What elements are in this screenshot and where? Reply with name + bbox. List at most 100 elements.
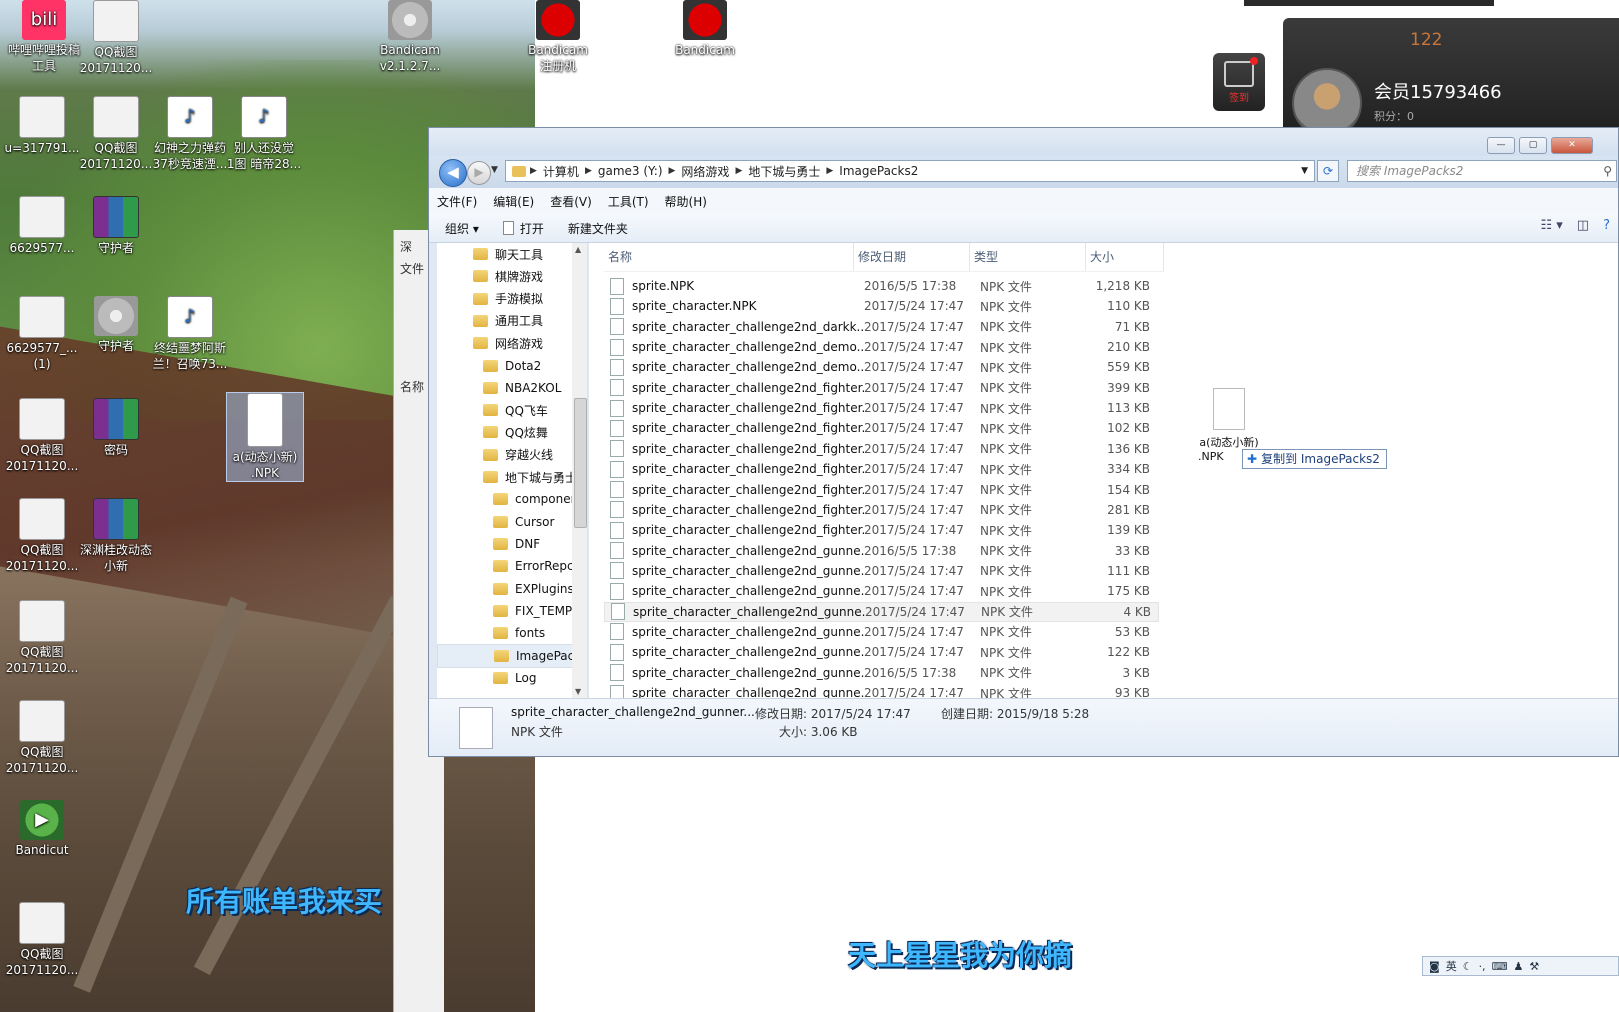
table-row[interactable]: sprite_character.NPK 2017/5/24 17:47 NPK 文…: [604, 296, 1159, 316]
menu-tools[interactable]: 工具(T): [600, 193, 657, 210]
desktop-icon[interactable]: QQ截图 20171120...: [78, 0, 154, 76]
desktop-icon[interactable]: QQ截图 20171120...: [4, 498, 80, 574]
qq-username[interactable]: 会员15793466: [1374, 78, 1502, 104]
table-row[interactable]: sprite_character_challenge2nd_fighter...…: [604, 398, 1159, 418]
table-row[interactable]: sprite_character_challenge2nd_gunne... 20…: [604, 663, 1159, 683]
tree-item[interactable]: 通用工具: [473, 310, 543, 332]
address-bar[interactable]: ▶ 计算机 ▶ game3 (Y:) ▶ 网络游戏 ▶ 地下城与勇士 ▶ ImagePacks2…: [505, 160, 1315, 182]
qq-sign-button[interactable]: 签到: [1213, 53, 1265, 111]
table-row[interactable]: sprite_character_challenge2nd_fighter...…: [604, 459, 1159, 479]
view-options-icon[interactable]: ☷ ▾: [1540, 218, 1562, 233]
column-name[interactable]: 名称: [604, 243, 854, 271]
ime-toolbar[interactable]: ◙ 英 ☾ ·, ⌨ ♟ ⚒: [1422, 956, 1619, 976]
column-size[interactable]: 大小: [1086, 243, 1164, 271]
maximize-button[interactable]: ▢: [1519, 137, 1547, 154]
column-type[interactable]: 类型: [970, 243, 1086, 271]
breadcrumb-item[interactable]: 计算机: [537, 163, 585, 180]
desktop-icon[interactable]: 守护者: [78, 296, 154, 354]
back-window-col-header[interactable]: 名称: [400, 378, 424, 395]
desktop-icon[interactable]: ▶ Bandicut: [4, 800, 80, 858]
scroll-down-icon[interactable]: ▼: [575, 687, 581, 696]
table-row[interactable]: sprite_character_challenge2nd_gunne... 20…: [604, 601, 1159, 622]
chevron-right-icon[interactable]: ▶: [530, 166, 537, 176]
chevron-right-icon[interactable]: ▶: [735, 166, 742, 176]
desktop-icon[interactable]: u=317791...: [4, 96, 80, 156]
desktop-icon[interactable]: 深渊桂改动态 小新: [78, 498, 154, 574]
tree-item[interactable]: QQ飞车: [483, 399, 548, 421]
tree-item[interactable]: 聊天工具: [473, 243, 543, 265]
ime-settings-icon[interactable]: ⚒: [1529, 960, 1539, 973]
title-bar[interactable]: — ▢ ✕: [429, 128, 1618, 156]
ime-punct-icon[interactable]: ·,: [1479, 960, 1486, 973]
tree-item[interactable]: 网络游戏: [473, 332, 543, 354]
tree-item[interactable]: ErrorRepc: [493, 555, 574, 577]
desktop-icon[interactable]: 6629577...: [4, 196, 80, 256]
breadcrumb-item[interactable]: game3 (Y:): [592, 164, 669, 178]
table-row[interactable]: sprite.NPK 2016/5/5 17:38 NPK 文件 1,218 KB: [604, 276, 1159, 296]
address-dropdown-icon[interactable]: ▼: [1301, 166, 1308, 176]
table-row[interactable]: sprite_character_challenge2nd_fighter...…: [604, 480, 1159, 500]
table-row[interactable]: sprite_character_challenge2nd_fighter...…: [604, 418, 1159, 438]
preview-pane-icon[interactable]: ◫: [1577, 218, 1589, 233]
desktop-icon[interactable]: QQ截图 20171120...: [4, 398, 80, 474]
chevron-right-icon[interactable]: ▶: [585, 166, 592, 176]
table-row[interactable]: sprite_character_challenge2nd_demo... 201…: [604, 357, 1159, 377]
tree-item[interactable]: Dota2: [483, 355, 541, 377]
table-row[interactable]: sprite_character_challenge2nd_gunne... 20…: [604, 683, 1159, 698]
desktop-icon[interactable]: Bandicam: [667, 0, 743, 58]
table-row[interactable]: sprite_character_challenge2nd_fighter...…: [604, 500, 1159, 520]
search-input[interactable]: 搜索 ImagePacks2 ⚲: [1347, 160, 1617, 182]
desktop-icon[interactable]: QQ截图 20171120...: [4, 600, 80, 676]
tree-item[interactable]: FIX_TEMP_: [493, 600, 578, 622]
back-button[interactable]: ◀: [439, 159, 467, 187]
chevron-right-icon[interactable]: ▶: [826, 166, 833, 176]
tree-item[interactable]: 手游模拟: [473, 288, 543, 310]
search-icon[interactable]: ⚲: [1603, 161, 1612, 181]
table-row[interactable]: sprite_character_challenge2nd_fighter...…: [604, 439, 1159, 459]
table-row[interactable]: sprite_character_challenge2nd_gunne... 20…: [604, 622, 1159, 642]
desktop-icon[interactable]: 守护者: [78, 196, 154, 256]
tree-item[interactable]: componen: [493, 488, 578, 510]
column-modified[interactable]: 修改日期: [854, 243, 970, 271]
tree-item[interactable]: NBA2KOL: [483, 377, 561, 399]
back-window-menu[interactable]: 文件: [400, 260, 424, 277]
ime-user-icon[interactable]: ♟: [1513, 960, 1523, 973]
ime-logo-icon[interactable]: ◙: [1429, 960, 1440, 973]
table-row[interactable]: sprite_character_challenge2nd_darkk... 20…: [604, 317, 1159, 337]
open-button[interactable]: 打开: [491, 220, 556, 237]
tree-item[interactable]: ImagePacl: [437, 644, 587, 669]
recent-pages-dropdown[interactable]: ▼: [491, 165, 498, 175]
table-row[interactable]: sprite_character_challenge2nd_fighter...…: [604, 378, 1159, 398]
menu-view[interactable]: 查看(V): [542, 193, 600, 210]
desktop-icon[interactable]: 密码: [78, 398, 154, 458]
tree-item[interactable]: QQ炫舞: [483, 421, 548, 443]
desktop-icon[interactable]: a(动态小新) .NPK: [226, 392, 304, 482]
tree-item[interactable]: DNF: [493, 533, 540, 555]
ime-moon-icon[interactable]: ☾: [1463, 960, 1473, 973]
scroll-up-icon[interactable]: ▲: [575, 245, 581, 254]
close-button[interactable]: ✕: [1551, 137, 1593, 154]
tree-item[interactable]: 棋牌游戏: [473, 265, 543, 287]
organize-button[interactable]: 组织 ▾: [429, 220, 491, 237]
tree-item[interactable]: 地下城与勇士: [483, 466, 577, 488]
help-icon[interactable]: ?: [1603, 218, 1610, 233]
desktop-icon[interactable]: bili 哔哩哔哩投稿 工具: [6, 0, 82, 74]
tree-item[interactable]: fonts: [493, 622, 545, 644]
desktop-icon[interactable]: 6629577_... (1): [4, 296, 80, 372]
forward-button[interactable]: ▶: [467, 161, 491, 185]
table-row[interactable]: sprite_character_challenge2nd_gunne... 20…: [604, 581, 1159, 601]
tree-item[interactable]: Log: [493, 667, 536, 689]
desktop-icon[interactable]: ♪ 别人还没觉 1图 暗帝28...: [226, 96, 302, 172]
table-row[interactable]: sprite_character_challenge2nd_demo... 201…: [604, 337, 1159, 357]
table-row[interactable]: sprite_character_challenge2nd_gunne... 20…: [604, 642, 1159, 662]
refresh-button[interactable]: ⟳: [1317, 160, 1339, 182]
nav-scrollbar[interactable]: ▲ ▼: [572, 243, 587, 698]
scroll-thumb[interactable]: [574, 398, 587, 528]
tree-item[interactable]: 穿越火线: [483, 444, 553, 466]
table-row[interactable]: sprite_character_challenge2nd_fighter...…: [604, 520, 1159, 540]
desktop-icon[interactable]: QQ截图 20171120...: [78, 96, 154, 172]
desktop-icon[interactable]: Bandicam v2.1.2.7...: [372, 0, 448, 74]
minimize-button[interactable]: —: [1487, 137, 1515, 154]
desktop-icon[interactable]: QQ截图 20171120...: [4, 902, 80, 978]
menu-help[interactable]: 帮助(H): [657, 193, 715, 210]
